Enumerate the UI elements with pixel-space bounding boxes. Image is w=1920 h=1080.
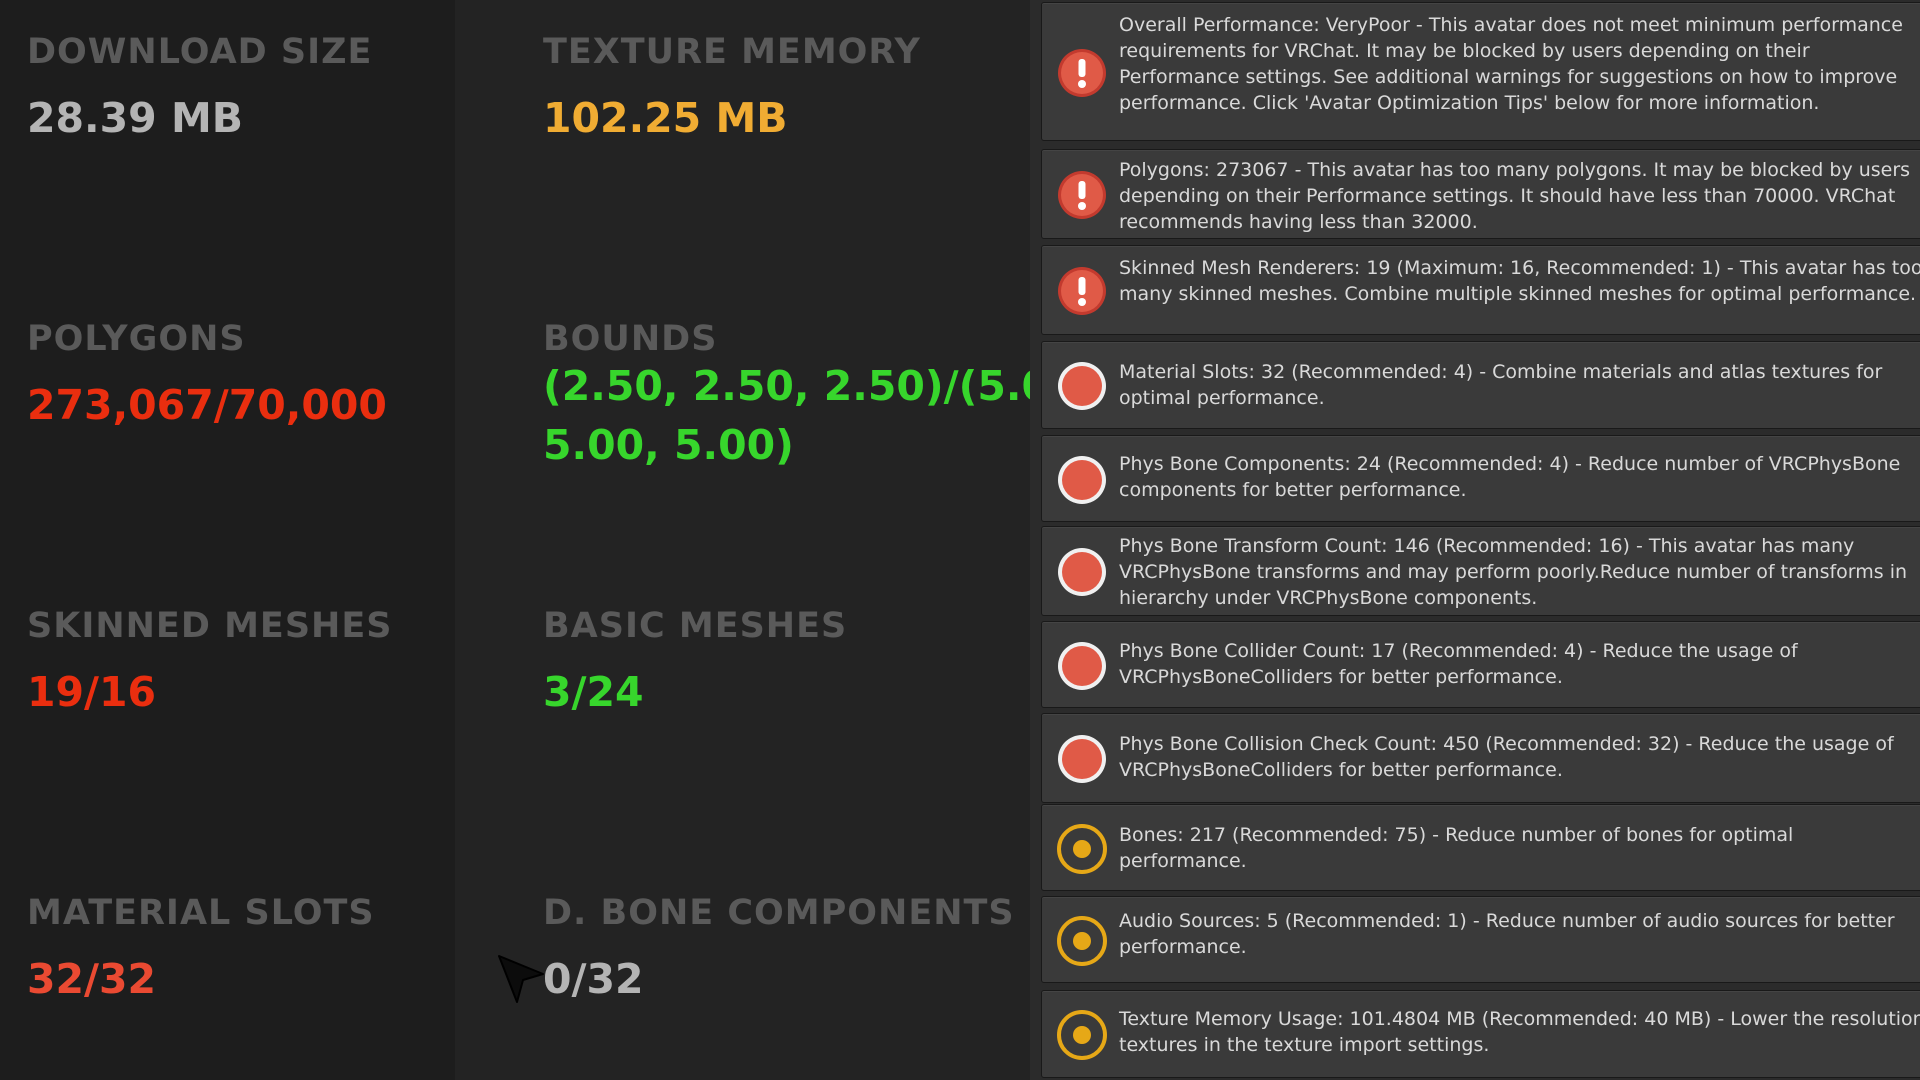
warning-text: Phys Bone Collider Count: 17 (Recommende… <box>1119 640 1798 688</box>
exclamation-circle-icon <box>1056 169 1108 221</box>
warning-text: Phys Bone Transform Count: 146 (Recommen… <box>1119 535 1908 609</box>
stat-value: 3/24 <box>543 668 644 716</box>
yellow-circle-icon <box>1056 1009 1108 1061</box>
warning-row: Material Slots: 32 (Recommended: 4) - Co… <box>1041 341 1920 429</box>
performance-stats-panel: DOWNLOAD SIZE 28.39 MB TEXTURE MEMORY 10… <box>0 0 1030 1080</box>
warning-text: Texture Memory Usage: 101.4804 MB (Recom… <box>1119 1008 1920 1056</box>
stat-label: MATERIAL SLOTS <box>27 893 375 933</box>
stat-basic-meshes: BASIC MESHES 3/24 <box>543 609 1030 722</box>
warning-text: Skinned Mesh Renderers: 19 (Maximum: 16,… <box>1119 257 1920 305</box>
stat-value: 28.39 MB <box>27 94 244 142</box>
warning-row: Phys Bone Collider Count: 17 (Recommende… <box>1041 621 1920 708</box>
stat-value: 19/16 <box>27 668 157 716</box>
warning-row: Skinned Mesh Renderers: 19 (Maximum: 16,… <box>1041 245 1920 335</box>
warning-row: Texture Memory Usage: 101.4804 MB (Recom… <box>1041 990 1920 1078</box>
warning-row: Phys Bone Components: 24 (Recommended: 4… <box>1041 435 1920 522</box>
stat-polygons: POLYGONS 273,067/70,000 <box>27 322 547 435</box>
warning-row: Phys Bone Collision Check Count: 450 (Re… <box>1041 713 1920 803</box>
stat-label: BASIC MESHES <box>543 606 848 646</box>
warning-text: Material Slots: 32 (Recommended: 4) - Co… <box>1119 361 1883 409</box>
stat-label: POLYGONS <box>27 319 246 359</box>
warning-row: Phys Bone Transform Count: 146 (Recommen… <box>1041 526 1920 616</box>
warning-row: Audio Sources: 5 (Recommended: 1) - Redu… <box>1041 896 1920 983</box>
stat-skinned-meshes: SKINNED MESHES 19/16 <box>27 609 547 722</box>
warning-row: Bones: 217 (Recommended: 75) - Reduce nu… <box>1041 804 1920 891</box>
warning-row: Polygons: 273067 - This avatar has too m… <box>1041 149 1920 239</box>
mouse-pointer-icon <box>498 955 544 1003</box>
exclamation-circle-icon <box>1056 47 1108 99</box>
stat-bounds: BOUNDS (2.50, 2.50, 2.50)/(5.00, 5.00, 5… <box>543 322 1030 475</box>
yellow-circle-icon <box>1056 915 1108 967</box>
red-circle-icon <box>1056 733 1108 785</box>
warning-text: Polygons: 273067 - This avatar has too m… <box>1119 159 1911 233</box>
stat-value: 0/32 <box>543 955 644 1003</box>
red-circle-icon <box>1056 454 1108 506</box>
warnings-panel: Overall Performance: VeryPoor - This ava… <box>1030 0 1920 1080</box>
warning-text: Audio Sources: 5 (Recommended: 1) - Redu… <box>1119 910 1895 958</box>
stat-value: (2.50, 2.50, 2.50)/(5.00, 5.00, 5.00) <box>543 362 1030 469</box>
stat-material-slots: MATERIAL SLOTS 32/32 <box>27 896 547 1009</box>
red-circle-icon <box>1056 640 1108 692</box>
warning-row: Overall Performance: VeryPoor - This ava… <box>1041 2 1920 141</box>
stat-value: 273,067/70,000 <box>27 381 387 429</box>
stat-label: TEXTURE MEMORY <box>543 32 921 72</box>
stat-download-size: DOWNLOAD SIZE 28.39 MB <box>27 35 547 148</box>
exclamation-circle-icon <box>1056 265 1108 317</box>
warning-text: Phys Bone Components: 24 (Recommended: 4… <box>1119 453 1901 501</box>
stat-label: SKINNED MESHES <box>27 606 393 646</box>
red-circle-icon <box>1056 360 1108 412</box>
stat-label: DOWNLOAD SIZE <box>27 32 373 72</box>
stat-dbone-components: D. BONE COMPONENTS 0/32 <box>543 896 1030 1009</box>
red-circle-icon <box>1056 546 1108 598</box>
warning-text: Phys Bone Collision Check Count: 450 (Re… <box>1119 733 1894 781</box>
warning-text: Bones: 217 (Recommended: 75) - Reduce nu… <box>1119 824 1794 872</box>
warning-text: Overall Performance: VeryPoor - This ava… <box>1119 14 1903 114</box>
stat-label: BOUNDS <box>543 319 718 359</box>
stat-value: 32/32 <box>27 955 157 1003</box>
stat-value: 102.25 MB <box>543 94 788 142</box>
stat-label: D. BONE COMPONENTS <box>543 893 1015 933</box>
stat-texture-memory: TEXTURE MEMORY 102.25 MB <box>543 35 1030 148</box>
yellow-circle-icon <box>1056 823 1108 875</box>
